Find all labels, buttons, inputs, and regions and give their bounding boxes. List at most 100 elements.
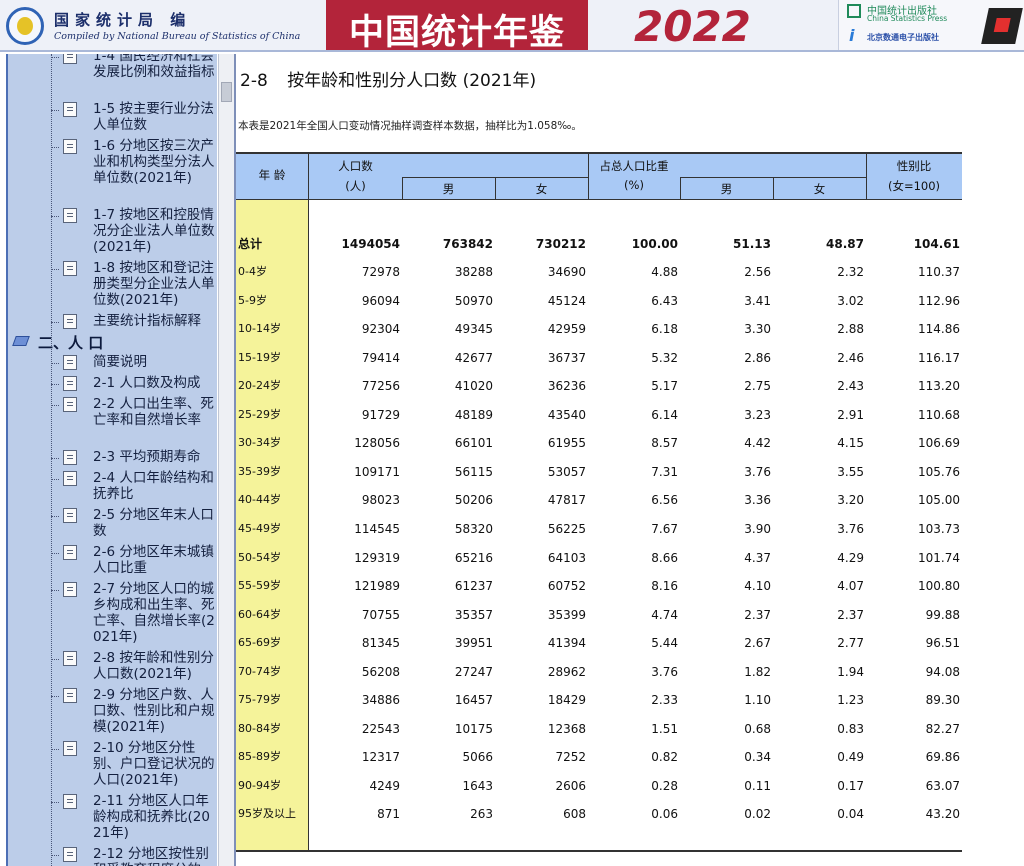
table-row: 45-49岁 114545 58320 56225 7.67 3.90 3.76 103.73: [236, 515, 962, 543]
table-row: 50-54岁 129319 65216 64103 8.66 4.37 4.29 101.74: [236, 544, 962, 572]
sidebar-item[interactable]: 2-1 人口数及构成: [8, 375, 217, 391]
table-row: 70-74岁 56208 27247 28962 3.76 1.82 1.94 94.08: [236, 658, 962, 686]
cell-total: 12317: [361, 750, 400, 765]
cell-pct_m: 2.75: [744, 379, 771, 394]
sidebar-item-label: 2-8 按年龄和性别分人口数(2021年): [93, 650, 214, 682]
document-icon: [63, 651, 77, 666]
table-title: 2-8 按年龄和性别分人口数 (2021年): [240, 66, 536, 91]
tree-branch: [51, 802, 59, 803]
cell-pct: 8.16: [651, 579, 678, 594]
sidebar-item[interactable]: 1-7 按地区和控股情况分企业法人单位数(2021年): [8, 207, 217, 255]
document-icon: [63, 582, 77, 597]
cell-pct_m: 3.30: [744, 322, 771, 337]
cell-age: 40-44岁: [238, 493, 281, 507]
cell-pct_m: 3.41: [744, 293, 771, 308]
cell-pct_f: 4.07: [837, 579, 864, 594]
cell-pct: 6.43: [651, 293, 678, 308]
cell-age: 85-89岁: [238, 750, 281, 764]
cell-pct: 1.51: [651, 721, 678, 736]
cell-pct_m: 3.36: [744, 493, 771, 508]
tree-branch: [51, 696, 59, 697]
table-row-total: 总计 1494054 763842 730212 100.00 51.13 48.87 104…: [236, 230, 962, 258]
cell-pct: 2.33: [651, 693, 678, 708]
cell-pct_m: 0.68: [744, 721, 771, 736]
document-icon: [63, 261, 77, 276]
sidebar-scrollbar-thumb[interactable]: [221, 82, 232, 102]
sidebar-item[interactable]: 1-6 分地区按三次产业和机构类型分法人单位数(2021年): [8, 138, 217, 202]
cell-pct_m: 4.10: [744, 579, 771, 594]
cell-female: 35399: [547, 607, 586, 622]
header-age: 年 龄: [258, 168, 286, 182]
cell-male: 35357: [454, 607, 493, 622]
sidebar-item[interactable]: 2-12 分地区按性别和受教育程度分的: [8, 846, 217, 866]
cell-male: 38288: [454, 265, 493, 279]
header-pop-female: 女: [535, 182, 548, 196]
cell-ratio: 103.73: [918, 521, 960, 536]
sidebar-section-label: 二、人 口: [38, 334, 104, 352]
yearbook-title-box: 中国统计年鉴: [326, 0, 588, 53]
sidebar-item-label: 1-4 国民经济和社会发展比例和效益指标: [93, 54, 215, 80]
cell-ratio: 82.27: [925, 721, 960, 736]
sidebar-item-label: 2-1 人口数及构成: [93, 375, 201, 391]
document-icon: [63, 847, 77, 862]
org-name-cn: 国家统计局 编: [54, 11, 192, 29]
cell-pct_m: 3.90: [744, 521, 771, 536]
document-icon: [63, 741, 77, 756]
cell-female: 36737: [547, 350, 586, 365]
publisher2-name: 北京数通电子出版社: [867, 33, 939, 42]
cell-female: 43540: [547, 407, 586, 422]
publisher-box: 中国统计出版社 China Statistics Press i 北京数通电子出…: [838, 0, 1024, 50]
sidebar-item[interactable]: 2-4 人口年龄结构和抚养比: [8, 470, 217, 502]
yearbook-title: 中国统计年鉴: [348, 13, 565, 53]
cell-male: 50206: [454, 493, 493, 508]
tree-branch: [51, 110, 59, 111]
table-row: 40-44岁 98023 50206 47817 6.56 3.36 3.20 105.00: [236, 486, 962, 514]
tree-branch: [51, 855, 59, 856]
cell-ratio: 113.20: [918, 379, 960, 394]
sidebar-item[interactable]: 1-8 按地区和登记注册类型分企业法人单位数(2021年): [8, 260, 217, 308]
sidebar-scrollbar[interactable]: [218, 54, 234, 866]
cell-pct_f: 3.20: [837, 493, 864, 508]
sidebar-item[interactable]: 1-5 按主要行业分法人单位数: [8, 101, 217, 133]
cell-male: 48189: [454, 407, 493, 422]
sidebar-item[interactable]: 2-3 平均预期寿命: [8, 449, 217, 465]
cell-age: 95岁及以上: [238, 807, 296, 821]
sidebar-item-label: 1-7 按地区和控股情况分企业法人单位数(2021年): [93, 207, 215, 255]
cell-ratio: 96.51: [925, 636, 960, 651]
header-bottom-rule: [236, 199, 962, 200]
document-icon: [63, 355, 77, 370]
cell-age: 90-94岁: [238, 778, 281, 792]
sidebar-item[interactable]: 2-7 分地区人口的城乡构成和出生率、死亡率、自然增长率(2021年): [8, 581, 217, 645]
sidebar-item[interactable]: 2-2 人口出生率、死亡率和自然增长率: [8, 396, 217, 444]
cell-male: 42677: [454, 350, 493, 365]
sidebar-item[interactable]: 2-5 分地区年末人口数: [8, 507, 217, 539]
cell-total: 128056: [354, 436, 400, 451]
document-icon: [63, 450, 77, 465]
cell-age: 30-34岁: [238, 436, 281, 450]
table-row: 95岁及以上 871 263 608 0.06 0.02 0.04 43.20: [236, 800, 962, 828]
sidebar-item[interactable]: 2-11 分地区人口年龄构成和抚养比(2021年): [8, 793, 217, 841]
cell-pct: 6.56: [651, 493, 678, 508]
sidebar-item[interactable]: 简要说明: [8, 354, 217, 370]
cell-pct_m: 0.34: [744, 750, 771, 765]
cell-pct_f: 2.37: [837, 607, 864, 622]
sidebar-item[interactable]: 2-10 分地区分性别、户口登记状况的人口(2021年): [8, 740, 217, 788]
cell-male: 10175: [454, 721, 493, 736]
table-row: 20-24岁 77256 41020 36236 5.17 2.75 2.43 113.20: [236, 372, 962, 400]
sidebar-section-population[interactable]: 二、人 口: [8, 332, 217, 352]
cell-ratio: 69.86: [925, 750, 960, 765]
table-note: 本表是2021年全国人口变动情况抽样调查样本数据，抽样比为1.058‰。: [238, 120, 582, 132]
header-share-male: 男: [720, 182, 733, 196]
cell-pct_m: 1.82: [744, 664, 771, 679]
cell-total: 96094: [361, 293, 400, 308]
sidebar-item[interactable]: 1-4 国民经济和社会发展比例和效益指标: [8, 54, 217, 96]
banner: 国家统计局 编 Compiled by National Bureau of S…: [0, 0, 1024, 53]
table-row: 5-9岁 96094 50970 45124 6.43 3.41 3.02 112.96: [236, 287, 962, 315]
sidebar-item[interactable]: 2-6 分地区年末城镇人口比重: [8, 544, 217, 576]
cell-ratio: 43.20: [925, 807, 960, 822]
sidebar-item[interactable]: 2-9 分地区户数、人口数、性别比和户规模(2021年): [8, 687, 217, 735]
sidebar-item[interactable]: 2-8 按年龄和性别分人口数(2021年): [8, 650, 217, 682]
table-row: 90-94岁 4249 1643 2606 0.28 0.11 0.17 63.07: [236, 772, 962, 800]
sidebar-item[interactable]: 主要统计指标解释: [8, 313, 217, 329]
publisher-badge-icon: [981, 8, 1023, 44]
